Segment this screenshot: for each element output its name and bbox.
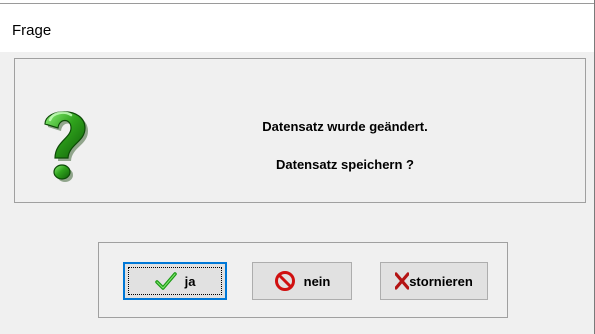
window-title: Frage — [12, 22, 52, 39]
nein-button[interactable]: nein — [252, 262, 352, 300]
no-entry-icon — [274, 271, 295, 291]
message-line-changed: Datensatz wurde geändert. — [262, 119, 428, 134]
ja-button-label: ja — [184, 273, 196, 289]
x-icon — [395, 272, 410, 290]
nein-button-label: nein — [303, 273, 331, 289]
button-panel: ja nein stornieren — [98, 242, 508, 318]
ja-button[interactable]: ja — [123, 262, 227, 300]
stornieren-button-label: stornieren — [409, 273, 473, 289]
question-icon — [44, 111, 88, 182]
stornieren-button[interactable]: stornieren — [380, 262, 488, 300]
message-line-save-prompt: Datensatz speichern ? — [276, 157, 414, 172]
checkmark-icon — [154, 272, 177, 290]
title-bar[interactable]: Frage — [0, 4, 595, 52]
message-panel: Datensatz wurde geändert. Datensatz spei… — [14, 58, 586, 203]
